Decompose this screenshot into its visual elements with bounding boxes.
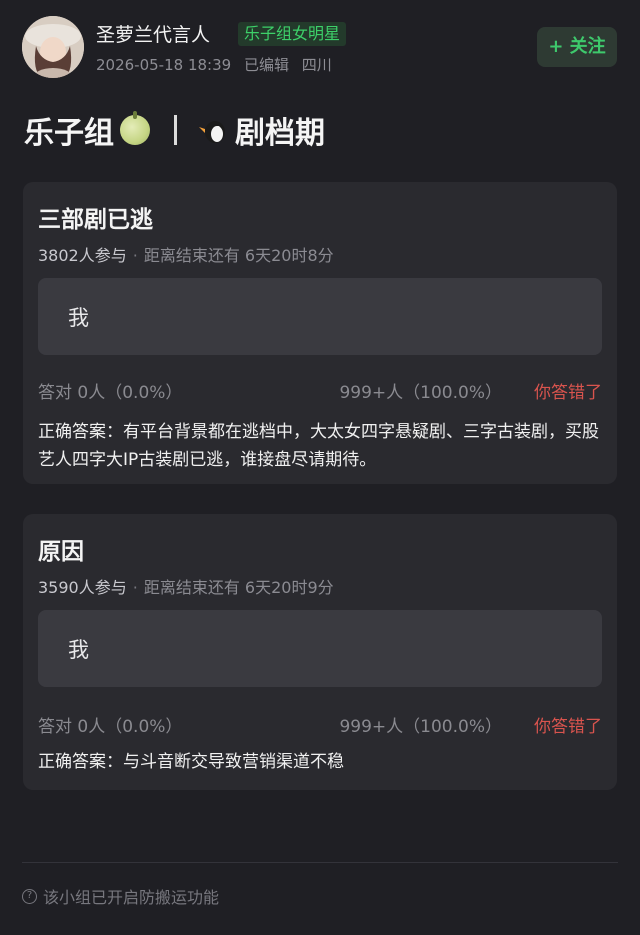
username[interactable]: 圣萝兰代言人 — [96, 20, 210, 47]
post-page: 圣萝兰代言人 乐子组女明星 2026-05-18 18:39 已编辑 四川 + … — [0, 0, 640, 935]
post-header: 圣萝兰代言人 乐子组女明星 2026-05-18 18:39 已编辑 四川 + … — [0, 0, 640, 95]
footer-divider — [22, 862, 618, 863]
help-icon: ? — [22, 888, 37, 904]
poll-meta: 3590人参与 · 距离结束还有 6天20时9分 — [38, 574, 334, 598]
poll-option[interactable]: 我 — [38, 278, 602, 355]
melon-icon — [120, 111, 150, 145]
dot-separator: · — [132, 246, 138, 265]
wrong-count: 999+人（100.0%） — [339, 717, 502, 737]
dot-separator: · — [132, 578, 138, 597]
post-meta: 2026-05-18 18:39 已编辑 四川 — [96, 54, 340, 75]
poll-option[interactable]: 我 — [38, 610, 602, 687]
participant-count: 3590人参与 — [38, 578, 127, 597]
wrong-count: 999+人（100.0%） — [339, 383, 502, 403]
correct-count: 答对 0人（0.0%） — [38, 383, 183, 403]
topic-name: 剧档期 — [235, 116, 325, 151]
edited-label: 已编辑 — [243, 56, 289, 74]
group-name: 乐子组 — [24, 116, 114, 151]
poll-card: 原因 3590人参与 · 距离结束还有 6天20时9分 我 答对 0人（0.0%） … — [23, 514, 617, 790]
result-label: 你答错了 — [534, 717, 602, 737]
poll-stats: 答对 0人（0.0%） 999+人（100.0%） 你答错了 — [38, 378, 602, 403]
result-label: 你答错了 — [534, 383, 602, 403]
penguin-icon — [199, 117, 229, 143]
poll-meta: 3802人参与 · 距离结束还有 6天20时8分 — [38, 242, 334, 266]
group-badge[interactable]: 乐子组女明星 — [238, 22, 347, 46]
post-datetime: 2026-05-18 18:39 — [96, 56, 232, 74]
title-separator — [174, 115, 177, 145]
correct-answer: 正确答案：有平台背景都在逃档中，大太女四字悬疑剧、三字古装剧，买股艺人四字大IP… — [38, 422, 599, 470]
post-title: 乐子组 剧档期 — [24, 108, 325, 152]
option-label: 我 — [68, 306, 89, 330]
correct-count: 答对 0人（0.0%） — [38, 717, 183, 737]
poll-deadline: 距离结束还有 6天20时9分 — [143, 578, 334, 597]
poll-deadline: 距离结束还有 6天20时8分 — [143, 246, 334, 265]
avatar[interactable] — [22, 16, 84, 78]
participant-count: 3802人参与 — [38, 246, 127, 265]
poll-card: 三部剧已逃 3802人参与 · 距离结束还有 6天20时8分 我 答对 0人（0.0… — [23, 182, 617, 484]
post-location: 四川 — [301, 56, 332, 74]
footer-note-text: 该小组已开启防搬运功能 — [43, 888, 220, 907]
follow-button[interactable]: + 关注 — [537, 27, 617, 67]
correct-answer: 正确答案：与斗音断交导致营销渠道不稳 — [38, 752, 344, 772]
poll-title: 原因 — [38, 539, 84, 565]
option-label: 我 — [68, 638, 89, 662]
poll-stats: 答对 0人（0.0%） 999+人（100.0%） 你答错了 — [38, 712, 602, 737]
poll-title: 三部剧已逃 — [38, 207, 153, 233]
footer-note[interactable]: ? 该小组已开启防搬运功能 — [22, 884, 219, 908]
